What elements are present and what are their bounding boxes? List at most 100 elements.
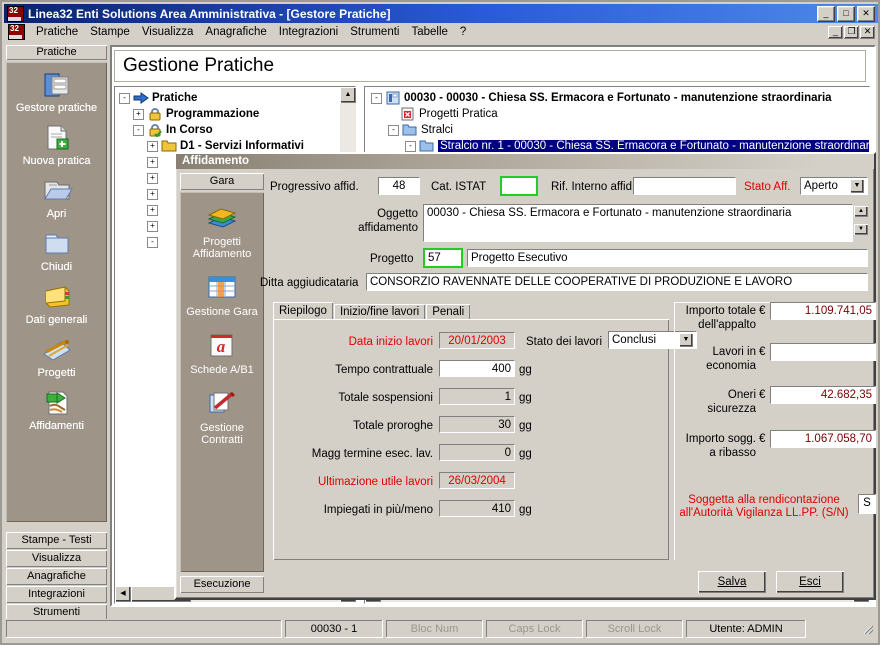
mdi-child-icon[interactable] (8, 24, 25, 40)
lavori-economia-input[interactable] (770, 343, 876, 361)
scroll-up-button[interactable]: ▲ (340, 87, 356, 103)
tempo-contrattuale-input[interactable]: 400 (439, 360, 515, 377)
rendicontazione-input[interactable]: S (858, 494, 876, 514)
sidebar-button-anagrafiche[interactable]: Anagrafiche (6, 568, 107, 585)
sidebar-button-visualizza[interactable]: Visualizza (6, 550, 107, 567)
oggetto-scroll-up-button[interactable]: ▲ (854, 206, 868, 217)
sidebar-item-apri[interactable]: Apri (6, 174, 107, 220)
side-item-progetti-affidamento[interactable]: Progetti Affidamento (180, 200, 264, 260)
mdi-restore-icon[interactable]: ❐ (844, 25, 859, 39)
tree-node-label: Pratiche (152, 92, 198, 104)
gara-button[interactable]: Gara (180, 173, 264, 190)
ditta-aggiudicataria-input[interactable]: CONSORZIO RAVENNATE DELLE COOPERATIVE DI… (366, 273, 868, 291)
tree-toggle-icon[interactable]: - (147, 236, 158, 248)
scroll-left-button[interactable]: ◀ (115, 586, 131, 602)
menu-item-anagrafiche[interactable]: Anagrafiche (199, 25, 272, 39)
tab-riepilogo[interactable]: Riepilogo (273, 302, 333, 320)
window-title: Linea32 Enti Solutions Area Amministrati… (28, 6, 391, 21)
drafting-tools-icon (6, 333, 107, 367)
menu-item-integrazioni[interactable]: Integrazioni (273, 25, 344, 39)
stato-dei-lavori-label: Stato dei lavori (526, 336, 603, 348)
tree-toggle-icon[interactable]: + (147, 188, 158, 200)
tree-node[interactable]: Progetti Pratica (371, 106, 869, 122)
esecuzione-button[interactable]: Esecuzione (180, 576, 264, 593)
menu-item-help[interactable]: ? (454, 25, 472, 39)
tree-node[interactable]: - In Corso (119, 122, 355, 138)
tree-toggle-icon[interactable]: - (388, 124, 399, 136)
red-a-card-icon: a (180, 328, 264, 364)
stato-aff-value: Aperto (804, 180, 838, 192)
oggetto-affidamento-textarea[interactable]: 00030 - Chiesa SS. Ermacora e Fortunato … (423, 204, 853, 242)
sidebar-item-nuova-pratica[interactable]: Nuova pratica (6, 121, 107, 167)
window-controls: _ □ ✕ (817, 5, 875, 22)
tree-toggle-icon[interactable]: + (147, 220, 158, 232)
dialog-content: Progressivo affid. 48 Cat. ISTAT Rif. In… (260, 174, 876, 594)
mdi-close-icon[interactable]: ✕ (860, 25, 875, 39)
close-icon[interactable]: ✕ (857, 5, 875, 22)
stato-aff-select[interactable]: Aperto ▼ (800, 177, 868, 195)
sidebar-buttons: Stampe - Testi Visualizza Anagrafiche In… (6, 531, 107, 621)
oneri-sicurezza-input[interactable]: 42.682,35 (770, 386, 876, 404)
status-panel-user: Utente: ADMIN (686, 620, 806, 638)
magg-termine-esec-lav-value: 0 (439, 444, 515, 461)
menu-item-tabelle[interactable]: Tabelle (405, 25, 453, 39)
menu-item-stampe[interactable]: Stampe (84, 25, 136, 39)
tree-toggle-icon[interactable]: + (147, 204, 158, 216)
side-item-gestione-gara[interactable]: Gestione Gara (180, 270, 264, 318)
menu-item-strumenti[interactable]: Strumenti (344, 25, 405, 39)
euro-symbol-3: € (759, 389, 766, 401)
maximize-icon[interactable]: □ (837, 5, 855, 22)
sidebar-item-affidamenti[interactable]: Affidamenti (6, 386, 107, 432)
tree-toggle-icon[interactable]: - (119, 92, 130, 104)
mdi-minimize-icon[interactable]: _ (828, 25, 843, 39)
tree-node[interactable]: - Stralci (371, 122, 869, 138)
status-bar: 00030 - 1 Bloc Num Caps Lock Scroll Lock… (6, 619, 876, 639)
stato-aff-label: Stato Aff. (744, 181, 791, 193)
oggetto-label-line1: Oggetto (377, 208, 418, 220)
importo-ribasso-input[interactable]: 1.067.058,70 (770, 430, 876, 448)
tree-node-label: D1 - Servizi Informativi (180, 140, 304, 152)
open-folder-icon (6, 174, 107, 208)
tree-toggle-icon[interactable]: + (147, 140, 158, 152)
exit-button[interactable]: Esci (776, 571, 844, 593)
side-item-schede-ab1[interactable]: a Schede A/B1 (180, 328, 264, 376)
tree-toggle-icon[interactable]: + (147, 156, 158, 168)
progressivo-affid-input[interactable]: 48 (378, 177, 420, 195)
minimize-icon[interactable]: _ (817, 5, 835, 22)
menu-item-visualizza[interactable]: Visualizza (136, 25, 200, 39)
closed-folder-icon (6, 227, 107, 261)
application-window: Linea32 Enti Solutions Area Amministrati… (0, 0, 880, 645)
importo-totale-input[interactable]: 1.109.741,05 (770, 302, 876, 320)
status-panel-num-lock: Bloc Num (386, 620, 483, 638)
side-item-label: Gestione Contratti (199, 422, 245, 446)
menu-item-pratiche[interactable]: Pratiche (30, 25, 84, 39)
resize-grip-icon[interactable] (860, 622, 874, 636)
tree-node[interactable]: - Pratiche (119, 90, 355, 106)
sidebar-button-stampe-testi[interactable]: Stampe - Testi (6, 532, 107, 549)
sidebar-item-dati-generali[interactable]: Dati generali (6, 280, 107, 326)
tab-penali[interactable]: Penali (426, 304, 471, 320)
progetto-code-input[interactable]: 57 (423, 248, 463, 268)
tree-toggle-icon[interactable]: - (371, 92, 382, 104)
tree-toggle-icon[interactable]: - (133, 124, 144, 136)
tree-node[interactable]: + Programmazione (119, 106, 355, 122)
sidebar-item-label: Apri (46, 208, 67, 220)
tree-node[interactable]: - 00030 - 00030 - Chiesa SS. Ermacora e … (371, 90, 869, 106)
tree-toggle-icon[interactable]: + (133, 108, 144, 120)
cat-istat-input[interactable] (500, 176, 538, 196)
chevron-down-icon[interactable]: ▼ (850, 179, 864, 193)
oggetto-scroll-down-button[interactable]: ▼ (854, 224, 868, 235)
tab-inizio-fine-lavori[interactable]: Inizio/fine lavori (333, 304, 426, 320)
save-button[interactable]: Salva (698, 571, 766, 593)
sidebar-item-progetti[interactable]: Progetti (6, 333, 107, 379)
tempo-contrattuale-label: Tempo contrattuale (335, 364, 433, 376)
side-item-gestione-contratti[interactable]: Gestione Contratti (180, 386, 264, 446)
sidebar-item-gestore-pratiche[interactable]: Gestore pratiche (6, 68, 107, 114)
tree-toggle-icon[interactable]: + (147, 172, 158, 184)
status-panel-practice-id: 00030 - 1 (285, 620, 383, 638)
tree-toggle-icon[interactable]: - (405, 140, 416, 152)
rif-interno-input[interactable] (633, 177, 736, 195)
sidebar-button-integrazioni[interactable]: Integrazioni (6, 586, 107, 603)
sidebar-item-label: Progetti (37, 367, 76, 379)
sidebar-item-chiudi[interactable]: Chiudi (6, 227, 107, 273)
